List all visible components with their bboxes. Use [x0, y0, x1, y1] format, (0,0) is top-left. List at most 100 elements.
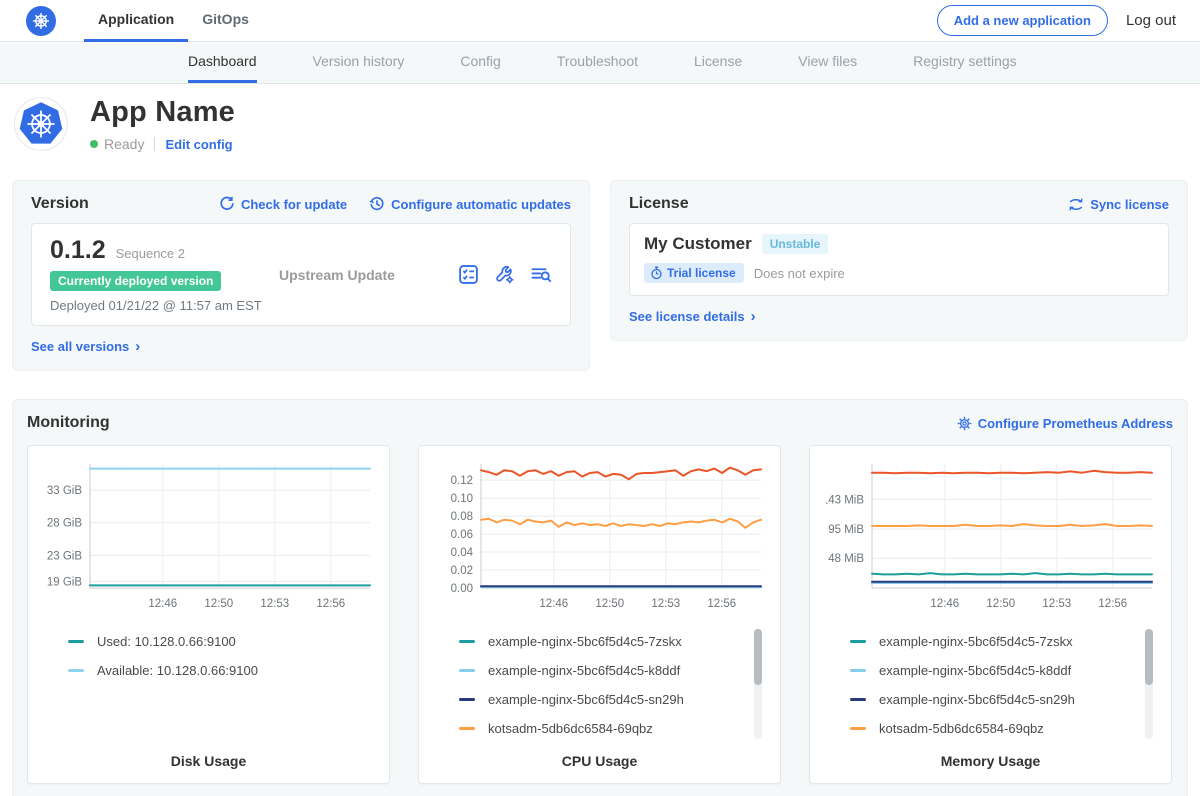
legend-scrollbar[interactable]: [1145, 629, 1153, 739]
legend-swatch: [459, 640, 475, 643]
x-axis-tick: 12:46: [148, 598, 177, 610]
logout-button[interactable]: Log out: [1126, 12, 1176, 29]
sync-license-link[interactable]: Sync license: [1068, 197, 1169, 212]
stopwatch-icon: [650, 266, 663, 280]
legend-swatch: [459, 669, 475, 672]
sync-icon: [1068, 197, 1084, 212]
edit-config-link[interactable]: Edit config: [165, 137, 232, 152]
tab-license[interactable]: License: [694, 42, 742, 83]
y-axis-tick: 33 GiB: [47, 485, 82, 497]
memory-usage-chart-card: 143 MiB95 MiB48 MiB12:4612:5012:5312:56 …: [809, 445, 1172, 784]
tab-version-history[interactable]: Version history: [313, 42, 405, 83]
legend-label: Available: 10.128.0.66:9100: [97, 663, 258, 678]
license-card: License Sync license My Customer Unstabl…: [610, 180, 1188, 341]
topnav-tab-application[interactable]: Application: [84, 0, 188, 42]
chart-title: CPU Usage: [435, 753, 764, 769]
line-chart: 33 GiB28 GiB23 GiB19 GiB12:4612:5012:531…: [44, 458, 375, 616]
see-license-details-link[interactable]: See license details ›: [629, 309, 756, 324]
app-logo-icon: [14, 97, 68, 151]
tab-view-files[interactable]: View files: [798, 42, 857, 83]
x-axis-tick: 12:46: [930, 598, 959, 610]
app-status-text: Ready: [104, 136, 144, 152]
y-axis-tick: 0.04: [451, 547, 474, 559]
deploy-logs-button[interactable]: [530, 264, 552, 285]
logs-search-icon: [530, 264, 552, 285]
x-axis-tick: 12:53: [260, 598, 289, 610]
tab-config[interactable]: Config: [460, 42, 500, 83]
chevron-right-icon: ›: [135, 339, 140, 354]
chart-line: [481, 468, 761, 480]
deployed-timestamp: Deployed 01/21/22 @ 11:57 am EST: [50, 298, 265, 313]
y-axis-tick: 0.00: [451, 583, 473, 595]
cpu-usage-legend: example-nginx-5bc6f5d4c5-7zskx example-ng…: [435, 627, 764, 745]
add-application-button[interactable]: Add a new application: [937, 5, 1108, 36]
legend-item: example-nginx-5bc6f5d4c5-k8ddf: [850, 656, 1155, 685]
scrollbar-thumb[interactable]: [754, 629, 762, 685]
top-nav: Application GitOps Add a new application…: [0, 0, 1200, 42]
x-axis-tick: 12:50: [986, 598, 1015, 610]
x-axis-tick: 12:56: [707, 598, 736, 610]
legend-item: Available: 10.128.0.66:9100: [68, 656, 373, 685]
see-all-versions-link[interactable]: See all versions ›: [31, 339, 140, 354]
legend-item: Used: 10.128.0.66:9100: [68, 627, 373, 656]
dashboard-main: Version Check for update Configure: [0, 180, 1200, 796]
legend-label: Used: 10.128.0.66:9100: [97, 634, 236, 649]
configure-automatic-updates-link[interactable]: Configure automatic updates: [369, 196, 571, 212]
legend-item: kotsadm-5db6dc6584-69qbz: [850, 714, 1155, 743]
version-diff-button[interactable]: [458, 264, 479, 285]
legend-swatch: [850, 669, 866, 672]
legend-item: example-nginx-5bc6f5d4c5-sn29h: [459, 685, 764, 714]
chart-title: Memory Usage: [826, 753, 1155, 769]
legend-label: example-nginx-5bc6f5d4c5-sn29h: [488, 692, 684, 707]
legend-label: example-nginx-5bc6f5d4c5-7zskx: [488, 634, 682, 649]
version-sequence: Sequence 2: [116, 246, 185, 261]
current-version-row: 0.1.2 Sequence 2 Currently deployed vers…: [31, 223, 571, 326]
check-for-update-link[interactable]: Check for update: [219, 196, 347, 212]
tab-dashboard[interactable]: Dashboard: [188, 42, 257, 83]
checklist-icon: [458, 264, 479, 285]
tab-registry-settings[interactable]: Registry settings: [913, 42, 1016, 83]
legend-swatch: [850, 727, 866, 730]
topnav-tab-gitops[interactable]: GitOps: [188, 0, 263, 42]
y-axis-tick: 95 MiB: [828, 524, 864, 536]
ready-status-dot: [90, 140, 98, 148]
x-axis-tick: 12:46: [539, 598, 568, 610]
license-card-title: License: [629, 195, 689, 213]
y-axis-tick: 28 GiB: [47, 518, 82, 530]
legend-swatch: [459, 727, 475, 730]
legend-scrollbar[interactable]: [754, 629, 762, 739]
legend-label: kotsadm-5db6dc6584-69qbz: [488, 721, 653, 736]
trial-license-badge: Trial license: [644, 263, 744, 283]
line-chart: 0.120.100.080.060.040.020.0012:4612:5012…: [435, 458, 766, 616]
chart-line: [872, 471, 1152, 474]
cpu-usage-plot: 0.120.100.080.060.040.020.0012:4612:5012…: [435, 458, 766, 621]
license-expiry-text: Does not expire: [754, 266, 845, 281]
channel-badge: Unstable: [762, 234, 829, 254]
disk-usage-legend: Used: 10.128.0.66:9100 Available: 10.128.…: [44, 627, 373, 745]
kubernetes-logo-icon: [26, 6, 56, 36]
memory-usage-legend: example-nginx-5bc6f5d4c5-7zskxexample-ng…: [826, 627, 1155, 745]
monitoring-card: Monitoring Configure Prometheus Address: [12, 399, 1188, 796]
configure-prometheus-link[interactable]: Configure Prometheus Address: [957, 416, 1173, 431]
legend-item: example-nginx-5bc6f5d4c5-7zskx: [459, 627, 764, 656]
x-axis-tick: 12:56: [1098, 598, 1127, 610]
tab-troubleshoot[interactable]: Troubleshoot: [557, 42, 638, 83]
edit-config-button[interactable]: [494, 264, 515, 285]
scrollbar-thumb[interactable]: [1145, 629, 1153, 685]
legend-swatch: [850, 640, 866, 643]
version-card-title: Version: [31, 195, 89, 213]
legend-item: example-nginx-5bc6f5d4c5-sn29h: [850, 685, 1155, 714]
y-axis-tick: 48 MiB: [828, 553, 864, 565]
chart-title: Disk Usage: [44, 753, 373, 769]
update-history-icon: [369, 196, 385, 212]
legend-item: kotsadm-5db6dc6584-69qbz: [459, 714, 764, 743]
line-chart: 143 MiB95 MiB48 MiB12:4612:5012:5312:56: [826, 458, 1157, 616]
disk-usage-chart-card: 33 GiB28 GiB23 GiB19 GiB12:4612:5012:531…: [27, 445, 390, 784]
monitoring-title: Monitoring: [27, 414, 110, 432]
legend-swatch: [459, 698, 475, 701]
y-axis-tick: 19 GiB: [47, 576, 82, 588]
app-header: App Name Ready Edit config: [0, 84, 1200, 166]
legend-label: example-nginx-5bc6f5d4c5-k8ddf: [488, 663, 680, 678]
app-sub-nav: Dashboard Version history Config Trouble…: [0, 42, 1200, 84]
y-axis-tick: 0.10: [451, 493, 473, 505]
